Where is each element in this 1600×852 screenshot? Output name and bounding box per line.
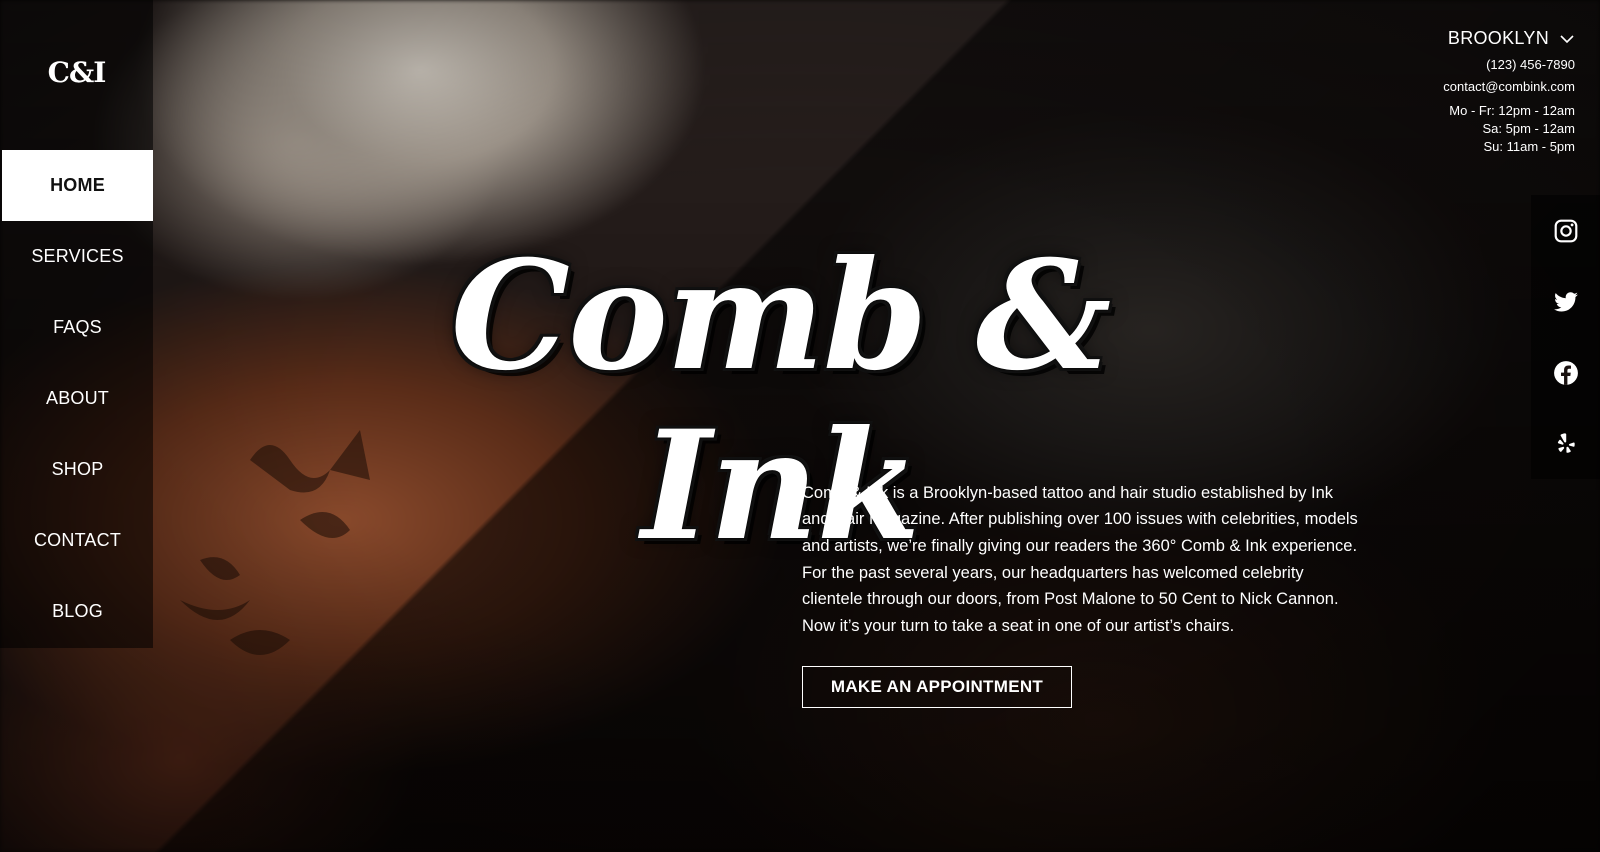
instagram-link[interactable] [1531, 195, 1600, 266]
location-selector[interactable]: BROOKLYN [1448, 28, 1575, 49]
contact-info: BROOKLYN (123) 456-7890 contact@combink.… [1443, 28, 1575, 156]
nav-item-faqs[interactable]: FAQS [2, 292, 153, 363]
facebook-link[interactable] [1531, 337, 1600, 408]
hours-saturday: Sa: 5pm - 12am [1482, 121, 1576, 136]
main-nav: HOME SERVICES FAQS ABOUT SHOP CONTACT BL… [2, 150, 153, 647]
page: C&I HOME SERVICES FAQS ABOUT SHOP CONTAC… [0, 0, 1600, 852]
hours-weekdays: Mo - Fr: 12pm - 12am [1449, 103, 1575, 118]
twitter-link[interactable] [1531, 266, 1600, 337]
hero-description: Comb & Ink is a Brooklyn-based tattoo an… [802, 483, 1358, 636]
phone-number[interactable]: (123) 456-7890 [1443, 57, 1575, 72]
nav-item-home[interactable]: HOME [2, 150, 153, 221]
twitter-icon [1553, 291, 1578, 312]
social-bar [1531, 195, 1600, 479]
yelp-icon [1557, 432, 1575, 453]
sidebar: C&I HOME SERVICES FAQS ABOUT SHOP CONTAC… [0, 0, 153, 648]
hours-sunday: Su: 11am - 5pm [1483, 139, 1575, 154]
nav-item-blog[interactable]: BLOG [2, 576, 153, 647]
logo[interactable]: C&I [0, 56, 153, 89]
facebook-icon [1553, 360, 1578, 385]
nav-item-about[interactable]: ABOUT [2, 363, 153, 434]
yelp-link[interactable] [1531, 408, 1600, 479]
email-address[interactable]: contact@combink.com [1443, 79, 1575, 94]
nav-item-contact[interactable]: CONTACT [2, 505, 153, 576]
make-appointment-button[interactable]: MAKE AN APPOINTMENT [802, 666, 1072, 708]
location-label: BROOKLYN [1447, 28, 1549, 48]
instagram-icon [1554, 219, 1577, 242]
opening-hours: Mo - Fr: 12pm - 12am Sa: 5pm - 12am Su: … [1443, 102, 1575, 156]
chevron-down-icon [1560, 34, 1574, 43]
nav-item-services[interactable]: SERVICES [2, 221, 153, 292]
nav-item-shop[interactable]: SHOP [2, 434, 153, 505]
